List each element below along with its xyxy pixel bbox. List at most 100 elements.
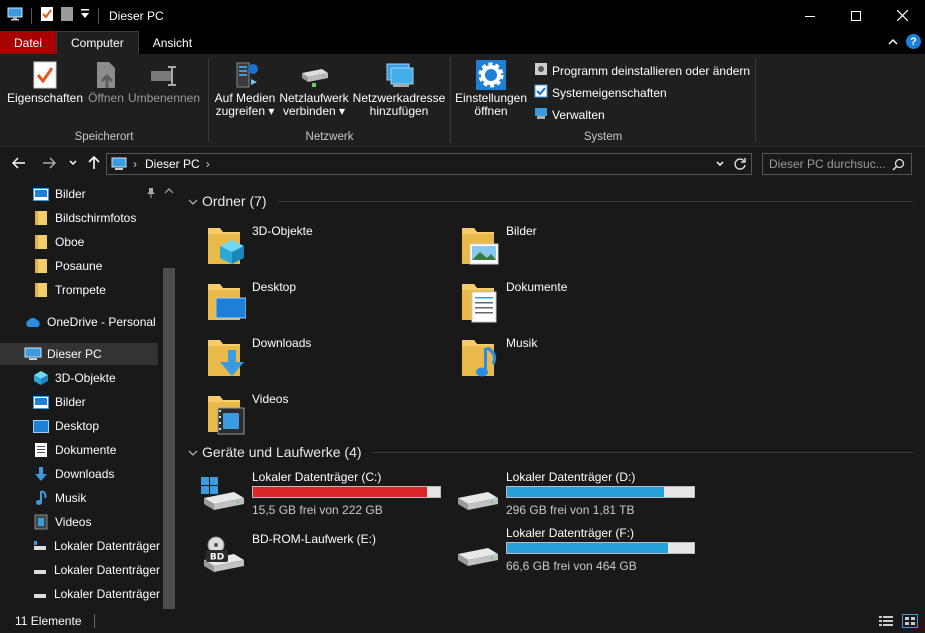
drive-usage-bar bbox=[506, 486, 695, 498]
drive-name: Lokaler Datenträger (C:) bbox=[252, 470, 382, 484]
tab-computer[interactable]: Computer bbox=[56, 31, 139, 54]
maximize-button[interactable] bbox=[833, 0, 879, 31]
folder-label: 3D-Objekte bbox=[252, 224, 313, 238]
videos-icon bbox=[206, 392, 246, 436]
minimize-button[interactable] bbox=[787, 0, 833, 31]
einstellungen-oeffnen-button[interactable]: Einstellungen öffnen bbox=[455, 58, 527, 118]
netzwerkadresse-hinzufuegen-button[interactable]: Netzwerkadresse hinzufügen bbox=[353, 58, 445, 118]
folders-section-header[interactable]: Ordner (7) bbox=[188, 193, 913, 209]
nav-item-lokaler-datentraeger-f[interactable]: Lokaler Datenträger bbox=[0, 583, 160, 605]
nav-item-videos[interactable]: Videos bbox=[0, 511, 160, 533]
nav-item-desktop[interactable]: Desktop bbox=[0, 415, 160, 437]
media-server-icon bbox=[229, 58, 261, 92]
drive-usage-bar bbox=[252, 486, 441, 498]
umbenennen-button[interactable]: Umbenennen bbox=[128, 58, 200, 105]
drive-d[interactable]: Lokaler Datenträger (D:) 296 GB frei von… bbox=[454, 470, 704, 518]
recent-locations-button[interactable] bbox=[68, 156, 78, 173]
folder-icon bbox=[32, 234, 50, 250]
folder-dokumente[interactable]: Dokumente bbox=[460, 280, 567, 324]
drive-e[interactable]: BD BD-ROM-Laufwerk (E:) bbox=[200, 532, 450, 580]
systemeigenschaften-label: Systemeigenschaften bbox=[552, 85, 667, 100]
new-folder-icon[interactable] bbox=[60, 6, 74, 25]
programm-deinstallieren-button[interactable]: Programm deinstallieren oder ändern bbox=[534, 62, 750, 79]
scroll-up-icon[interactable] bbox=[164, 184, 174, 198]
nav-item-label: Posaune bbox=[55, 259, 103, 273]
nav-item-oboe[interactable]: Oboe bbox=[0, 231, 160, 253]
refresh-icon[interactable] bbox=[733, 157, 747, 174]
oeffnen-button[interactable]: Öffnen bbox=[86, 58, 126, 105]
title-bar: Dieser PC bbox=[0, 0, 925, 31]
search-box[interactable]: Dieser PC durchsuc... bbox=[762, 153, 912, 175]
collapse-ribbon-icon[interactable] bbox=[888, 35, 898, 49]
nav-scrollbar-thumb[interactable] bbox=[163, 268, 175, 610]
auf-medien-zugreifen-button[interactable]: Auf Medien zugreifen ▾ bbox=[213, 58, 277, 118]
tab-datei[interactable]: Datei bbox=[0, 31, 56, 54]
folder-videos[interactable]: Videos bbox=[206, 392, 288, 436]
nav-item-bildschirmfotos[interactable]: Bildschirmfotos bbox=[0, 207, 160, 229]
nav-item-trompete[interactable]: Trompete bbox=[0, 279, 160, 301]
breadcrumb-separator[interactable]: › bbox=[206, 157, 210, 171]
drives-section-header[interactable]: Geräte und Laufwerke (4) bbox=[188, 444, 913, 460]
drive-icon bbox=[32, 586, 49, 602]
details-view-icon[interactable] bbox=[878, 614, 894, 628]
nav-item-3d-objekte[interactable]: 3D-Objekte bbox=[0, 367, 160, 389]
folder-label: Bilder bbox=[506, 224, 537, 238]
qa-separator bbox=[98, 7, 99, 24]
drive-icon bbox=[454, 474, 502, 514]
folder-icon bbox=[32, 210, 50, 226]
collapse-chevron-icon[interactable] bbox=[188, 444, 198, 460]
folder-bilder[interactable]: Bilder bbox=[460, 224, 537, 268]
nav-item-label: Bilder bbox=[55, 187, 86, 201]
nav-item-label: Trompete bbox=[55, 283, 106, 297]
large-icons-view-icon[interactable] bbox=[902, 614, 918, 628]
breadcrumb-separator[interactable]: › bbox=[133, 157, 137, 171]
videos-icon bbox=[32, 514, 50, 530]
folder-musik[interactable]: Musik bbox=[460, 336, 537, 380]
nav-item-bilder[interactable]: Bilder bbox=[0, 391, 160, 413]
address-dropdown-icon[interactable] bbox=[715, 157, 725, 174]
pictures-icon bbox=[32, 186, 50, 202]
nav-item-lokaler-datentraeger-c[interactable]: Lokaler Datenträger bbox=[0, 535, 160, 557]
nav-item-dokumente[interactable]: Dokumente bbox=[0, 439, 160, 461]
drive-icon bbox=[32, 562, 49, 578]
nav-item-dieser-pc[interactable]: Dieser PC bbox=[0, 343, 158, 365]
pin-icon[interactable] bbox=[146, 187, 156, 202]
search-icon[interactable] bbox=[892, 158, 905, 171]
group-netzwerk: Auf Medien zugreifen ▾ Netzlaufwerk verb… bbox=[209, 54, 450, 147]
collapse-chevron-icon[interactable] bbox=[188, 193, 198, 209]
nav-item-label: Lokaler Datenträger bbox=[53, 563, 160, 577]
eigenschaften-button[interactable]: Eigenschaften bbox=[7, 58, 83, 105]
nav-item-onedrive[interactable]: OneDrive - Personal bbox=[0, 311, 160, 333]
system-properties-icon bbox=[534, 84, 548, 101]
verwalten-button[interactable]: Verwalten bbox=[534, 106, 605, 123]
nav-item-lokaler-datentraeger-d[interactable]: Lokaler Datenträger bbox=[0, 559, 160, 581]
drive-f[interactable]: Lokaler Datenträger (F:) 66,6 GB frei vo… bbox=[454, 526, 704, 574]
onedrive-icon bbox=[24, 314, 42, 330]
help-icon[interactable]: ? bbox=[906, 34, 921, 49]
folder-desktop[interactable]: Desktop bbox=[206, 280, 296, 324]
up-button[interactable] bbox=[87, 155, 101, 173]
pc-icon[interactable] bbox=[7, 7, 23, 24]
nav-item-downloads[interactable]: Downloads bbox=[0, 463, 160, 485]
drive-c[interactable]: Lokaler Datenträger (C:) 15,5 GB frei vo… bbox=[200, 470, 450, 518]
content-pane: Ordner (7) 3D-Objekte Bilder Desktop Dok… bbox=[178, 180, 925, 609]
nav-item-posaune[interactable]: Posaune bbox=[0, 255, 160, 277]
close-button[interactable] bbox=[879, 0, 925, 31]
forward-button[interactable] bbox=[42, 156, 57, 173]
netzlaufwerk-verbinden-button[interactable]: Netzlaufwerk verbinden ▾ bbox=[279, 58, 349, 118]
customize-toolbar-icon[interactable] bbox=[80, 8, 90, 23]
nav-item-bilder-pinned[interactable]: Bilder bbox=[0, 183, 160, 205]
breadcrumb-dieser-pc[interactable]: Dieser PC bbox=[145, 157, 200, 171]
back-button[interactable] bbox=[11, 156, 26, 173]
folder-3d-objekte[interactable]: 3D-Objekte bbox=[206, 224, 313, 268]
address-bar[interactable]: › Dieser PC › bbox=[106, 153, 752, 175]
folder-downloads[interactable]: Downloads bbox=[206, 336, 311, 380]
nav-item-musik[interactable]: Musik bbox=[0, 487, 160, 509]
search-placeholder[interactable]: Dieser PC durchsuc... bbox=[763, 157, 892, 171]
oeffnen-label: Öffnen bbox=[88, 91, 124, 105]
network-drive-icon bbox=[298, 58, 330, 92]
properties-icon[interactable] bbox=[40, 6, 54, 25]
tab-ansicht[interactable]: Ansicht bbox=[139, 31, 206, 54]
systemeigenschaften-button[interactable]: Systemeigenschaften bbox=[534, 84, 667, 101]
pictures-icon bbox=[32, 394, 50, 410]
